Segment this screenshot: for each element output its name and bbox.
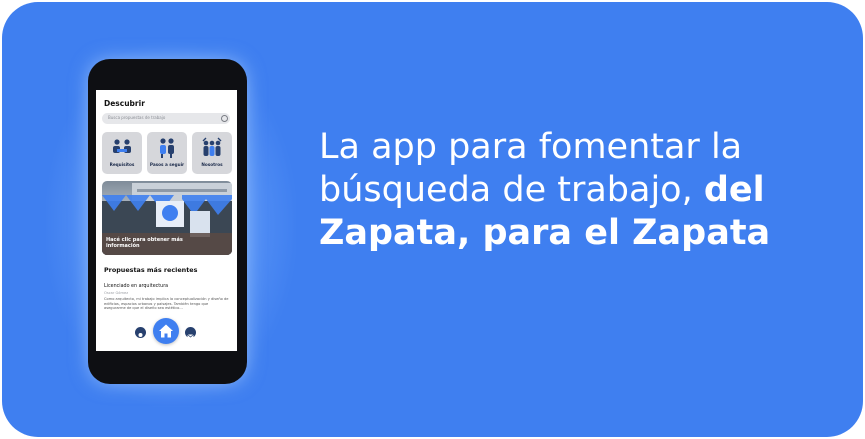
search-placeholder: Busca propuestas de trabajo bbox=[108, 115, 166, 120]
post-title: Licenciado en arquitectura bbox=[104, 284, 169, 289]
post-author: Oscar Gómez bbox=[104, 291, 129, 295]
phone-screen: Descubrir Busca propuestas de trabajo Re… bbox=[96, 90, 237, 351]
tile-label: Requisitos bbox=[109, 162, 135, 167]
home-icon bbox=[159, 324, 173, 338]
tile-requisitos[interactable]: Requisitos bbox=[102, 132, 142, 174]
post-body: Como arquitecto, mi trabajo implica la c… bbox=[104, 297, 229, 311]
bottom-nav bbox=[96, 318, 237, 351]
nav-home-button[interactable] bbox=[153, 318, 179, 344]
search-icon[interactable] bbox=[221, 115, 228, 122]
mail-icon bbox=[187, 334, 194, 339]
search-input[interactable]: Busca propuestas de trabajo bbox=[102, 113, 230, 124]
hero-banner[interactable]: Hacé clic para obtener más información bbox=[102, 181, 232, 255]
tile-label: Nosotros bbox=[201, 162, 223, 167]
hero-caption: Hacé clic para obtener más información bbox=[106, 237, 183, 249]
tile-pasos-a-seguir[interactable]: Pasos a seguir bbox=[147, 132, 187, 174]
nav-messages-button[interactable] bbox=[185, 327, 196, 339]
people-group-icon bbox=[160, 138, 174, 158]
section-title: Propuestas más recientes bbox=[104, 266, 198, 274]
app-title: Descubrir bbox=[104, 99, 145, 108]
team-hands-icon bbox=[202, 137, 222, 156]
nav-profile-button[interactable] bbox=[135, 327, 146, 341]
tile-nosotros[interactable]: Nosotros bbox=[192, 132, 232, 174]
category-tiles: Requisitos Pasos a seguir Nosotros bbox=[102, 132, 232, 174]
meeting-table-icon bbox=[113, 139, 131, 153]
phone-mockup: Descubrir Busca propuestas de trabajo Re… bbox=[88, 59, 247, 384]
headline-regular: La app para fomentar la búsqueda de trab… bbox=[319, 127, 743, 210]
promo-banner: Descubrir Busca propuestas de trabajo Re… bbox=[2, 2, 863, 437]
headline: La app para fomentar la búsqueda de trab… bbox=[319, 126, 839, 255]
user-icon bbox=[137, 333, 144, 341]
tile-label: Pasos a seguir bbox=[149, 162, 185, 167]
